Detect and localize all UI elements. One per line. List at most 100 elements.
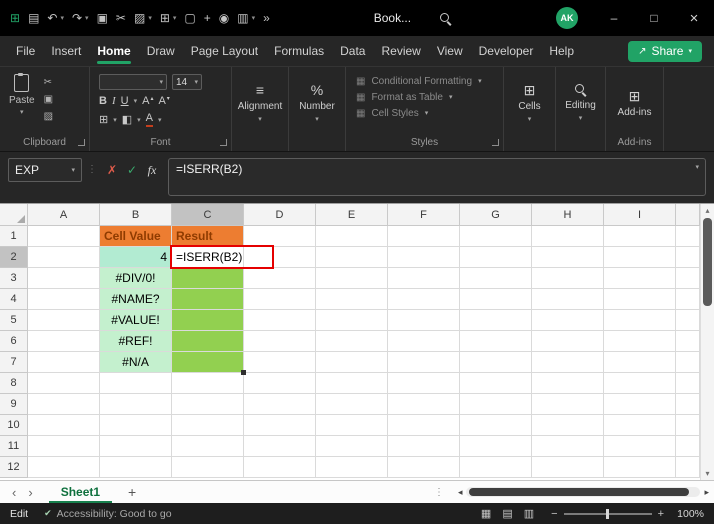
cell-G5[interactable] [460,310,532,331]
cell-H12[interactable] [532,457,604,478]
vscroll-down-arrow[interactable]: ▾ [701,469,714,478]
add-icon[interactable]: + [204,12,211,24]
cell-C6[interactable] [172,331,244,352]
cell-H10[interactable] [532,415,604,436]
tab-review[interactable]: Review [373,36,428,66]
cell-E9[interactable] [316,394,388,415]
cell-H6[interactable] [532,331,604,352]
cell-C4[interactable] [172,289,244,310]
cell-F8[interactable] [388,373,460,394]
formula-input[interactable]: =ISERR(B2) ▾ [168,158,706,196]
cell-E7[interactable] [316,352,388,373]
cell-G10[interactable] [460,415,532,436]
cell-partial-10[interactable] [676,415,700,436]
cell-D8[interactable] [244,373,316,394]
underline-button[interactable]: U [121,96,129,107]
cell-D2[interactable] [244,247,316,268]
undo-icon[interactable]: ↶ [47,12,57,24]
cell-E5[interactable] [316,310,388,331]
page-layout-view-button[interactable]: ▤ [502,507,512,520]
column-header-partial[interactable] [676,204,700,226]
cell-G6[interactable] [460,331,532,352]
cell-E10[interactable] [316,415,388,436]
cell-partial-4[interactable] [676,289,700,310]
painter-chevron-icon[interactable]: ▾ [148,15,152,22]
cell-G3[interactable] [460,268,532,289]
cell-G4[interactable] [460,289,532,310]
cell-D1[interactable] [244,226,316,247]
cell-E11[interactable] [316,436,388,457]
search-icon[interactable] [439,12,452,25]
tab-formulas[interactable]: Formulas [266,36,332,66]
cell-A12[interactable] [28,457,100,478]
row-header-10[interactable]: 10 [0,415,28,436]
styles-dialog-launcher[interactable] [492,139,499,146]
cell-F5[interactable] [388,310,460,331]
cell-partial-8[interactable] [676,373,700,394]
font-name-select[interactable]: ▾ [99,74,167,90]
row-header-8[interactable]: 8 [0,373,28,394]
cell-G11[interactable] [460,436,532,457]
cell-H1[interactable] [532,226,604,247]
cell-C9[interactable] [172,394,244,415]
cell-I8[interactable] [604,373,676,394]
cancel-button[interactable]: ✗ [102,158,122,182]
cells-button[interactable]: ⊞ Cells ▾ [504,67,555,139]
cell-D5[interactable] [244,310,316,331]
redo-icon[interactable]: ↷ [72,12,82,24]
styles-item-cell-styles[interactable]: ▦ Cell Styles ▾ [356,108,503,119]
column-header-C[interactable]: C [172,204,244,226]
cell-A7[interactable] [28,352,100,373]
format-painter-button[interactable]: ▨ [44,112,53,122]
tab-page-layout[interactable]: Page Layout [183,36,266,66]
cell-partial-11[interactable] [676,436,700,457]
cell-partial-3[interactable] [676,268,700,289]
cell-H2[interactable] [532,247,604,268]
row-header-2[interactable]: 2 [0,247,28,268]
cell-I11[interactable] [604,436,676,457]
row-header-6[interactable]: 6 [0,331,28,352]
cell-H3[interactable] [532,268,604,289]
cell-D9[interactable] [244,394,316,415]
cell-G2[interactable] [460,247,532,268]
horizontal-scrollbar[interactable] [466,487,701,497]
cut-button[interactable]: ✂ [44,78,53,88]
cell-B11[interactable] [100,436,172,457]
cell-H8[interactable] [532,373,604,394]
cell-C7[interactable] [172,352,244,373]
cell-A9[interactable] [28,394,100,415]
zoom-slider[interactable] [563,508,652,519]
cell-A1[interactable] [28,226,100,247]
tab-home[interactable]: Home [89,36,138,66]
italic-button[interactable]: I [112,96,116,107]
decrease-font-button[interactable]: A ▾ [158,96,169,107]
cell-B1[interactable]: Cell Value [100,226,172,247]
cell-partial-6[interactable] [676,331,700,352]
cell-partial-12[interactable] [676,457,700,478]
cell-B3[interactable]: #DIV/0! [100,268,172,289]
cell-B7[interactable]: #N/A [100,352,172,373]
redo-chevron-icon[interactable]: ▾ [85,15,89,22]
column-header-F[interactable]: F [388,204,460,226]
sheet-nav-left-icon[interactable]: ‹ [12,485,16,500]
cell-I12[interactable] [604,457,676,478]
cell-D6[interactable] [244,331,316,352]
hscroll-right-arrow[interactable]: ▸ [704,487,709,498]
account-avatar[interactable]: AK [556,7,578,29]
enter-button[interactable]: ✓ [122,158,142,182]
vertical-scrollbar[interactable]: ▴ ▾ [700,204,714,480]
cell-B9[interactable] [100,394,172,415]
cell-I5[interactable] [604,310,676,331]
cell-D10[interactable] [244,415,316,436]
cell-H7[interactable] [532,352,604,373]
cell-C8[interactable] [172,373,244,394]
column-header-I[interactable]: I [604,204,676,226]
cell-D3[interactable] [244,268,316,289]
alignment-button[interactable]: ≡ Alignment ▾ [232,67,288,139]
minimize-button[interactable]: – [594,0,634,36]
fill-color-button[interactable]: ◧ [122,114,132,126]
zoom-slider-thumb[interactable] [605,508,609,519]
tab-file[interactable]: File [8,36,43,66]
cell-I2[interactable] [604,247,676,268]
cell-F1[interactable] [388,226,460,247]
